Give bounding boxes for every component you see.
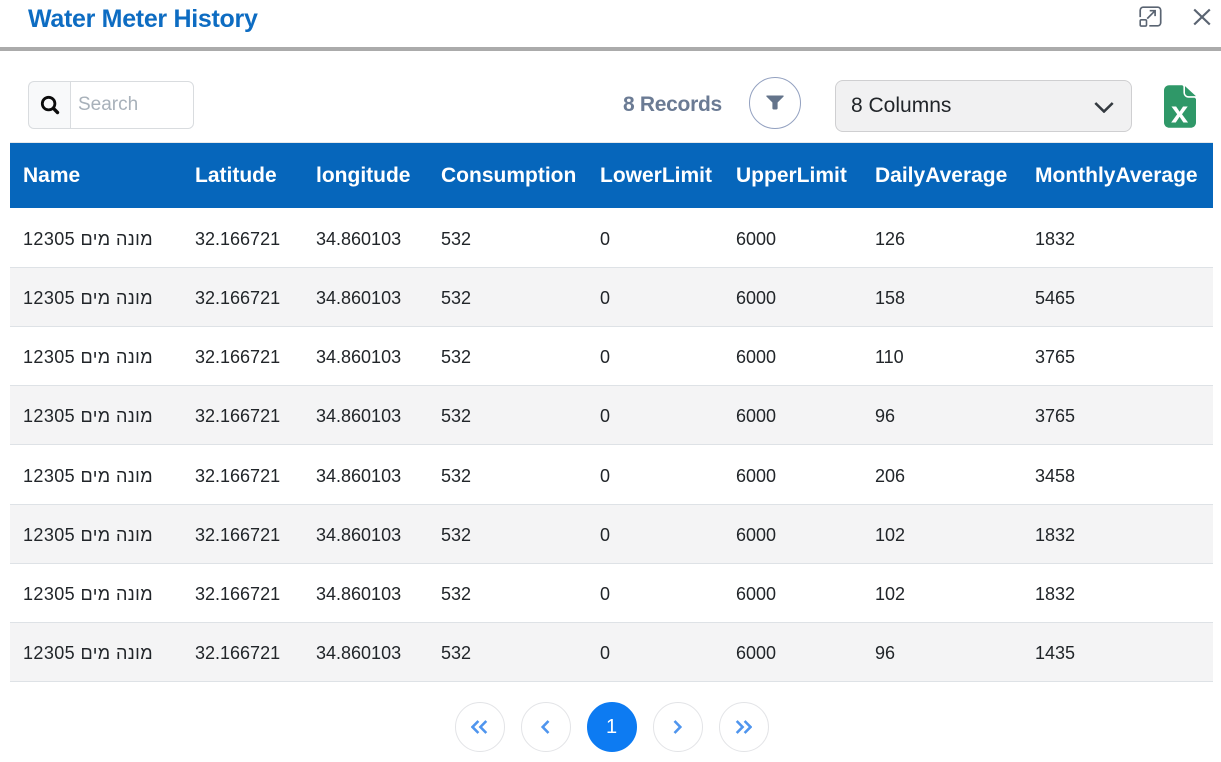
svg-text:x: x (1171, 94, 1189, 128)
